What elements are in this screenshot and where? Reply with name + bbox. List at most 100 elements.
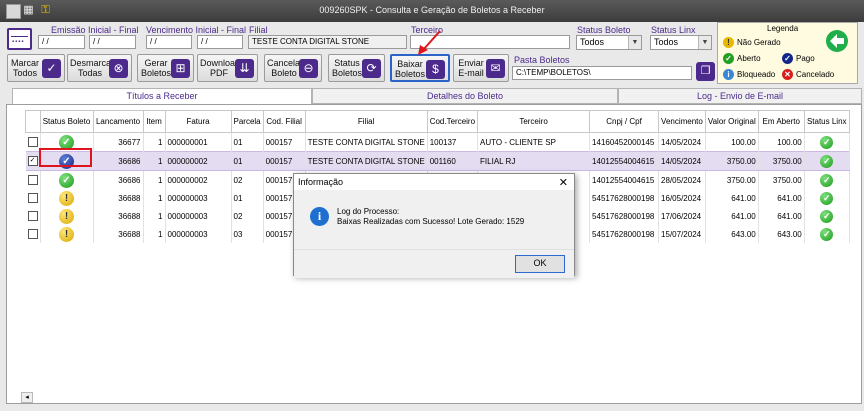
dialog-message-line1: Log do Processo:: [337, 207, 400, 216]
header-valor-original[interactable]: Valor Original: [704, 110, 759, 133]
cell-fatura: 000000003: [165, 207, 232, 225]
header-cod-terceiro[interactable]: Cod.Terceiro: [426, 110, 479, 133]
header-em-aberto[interactable]: Em Aberto: [757, 110, 805, 133]
status-naogerado-icon: !: [59, 208, 74, 224]
download-pdf-button[interactable]: Download PDF ⇊: [197, 54, 258, 82]
dialog-message-line2: Baixas Realizadas com Sucesso! Lote Gera…: [337, 217, 525, 226]
title-bar: ▦ ⚿ 009260SPK - Consulta e Geração de Bo…: [0, 0, 864, 22]
status-linx-check-icon: ✓: [820, 209, 834, 223]
status-boleto-label: Status Boleto: [577, 25, 631, 35]
header-fatura[interactable]: Fatura: [164, 110, 232, 133]
cell-em-aberto: 3750.00: [758, 170, 805, 189]
emissao-start-field[interactable]: / /: [38, 35, 85, 49]
status-boleto-cell: !: [40, 207, 94, 225]
marcar-todos-button[interactable]: Marcar Todos ✓: [7, 54, 65, 82]
header-status-linx[interactable]: Status Linx: [803, 110, 850, 133]
status-boleto-cell: ✓: [40, 170, 94, 189]
baixar-boletos-button[interactable]: Baixar Boletos $: [390, 54, 450, 82]
status-boleto-select[interactable]: Todos ▼: [576, 35, 642, 50]
row-checkbox[interactable]: [27, 211, 38, 221]
row-checkbox-cell: [25, 170, 41, 189]
tab-titulos-a-receber[interactable]: Títulos a Receber: [12, 88, 312, 105]
tab-detalhes-do-boleto[interactable]: Detalhes do Boleto: [312, 88, 618, 104]
refresh-icon: ⟳: [362, 59, 381, 78]
cancelar-boleto-button[interactable]: Cancelar Boleto ⊖: [264, 54, 322, 82]
cancelar-boleto-label: Cancelar Boleto: [267, 58, 304, 78]
cell-parcela: 02: [231, 207, 264, 225]
download-pdf-label: Download PDF: [200, 58, 241, 78]
window-title: 009260SPK - Consulta e Geração de Boleto…: [319, 5, 545, 15]
vencimento-start-field[interactable]: / /: [146, 35, 192, 49]
cell-filial: TESTE CONTA DIGITAL STONE: [305, 132, 428, 152]
document-cancel-icon: ⊖: [299, 59, 318, 78]
header-cod-filial[interactable]: Cod. Filial: [262, 110, 306, 133]
close-icon[interactable]: ✕: [559, 175, 568, 191]
cell-item: 1: [143, 132, 166, 152]
header-cnpj[interactable]: Cnpj / Cpf: [589, 110, 660, 133]
status-aberto-icon: ✓: [59, 172, 74, 188]
row-checkbox[interactable]: [27, 137, 38, 147]
table-row[interactable]: ✓ 36677 1 000000001 01 000157 TESTE CONTA DIGI…: [25, 132, 850, 152]
close-icon: ✕: [782, 69, 793, 80]
status-linx-cell: ✓: [804, 170, 850, 189]
cell-item: 1: [143, 170, 166, 189]
cell-fatura: 000000002: [165, 151, 232, 171]
filial-field[interactable]: TESTE CONTA DIGITAL STONE: [248, 35, 407, 49]
check-icon: ✓: [42, 59, 61, 78]
cell-valor-original: 3750.00: [705, 151, 759, 171]
cell-fatura: 000000001: [165, 132, 232, 152]
row-checkbox[interactable]: [27, 229, 38, 239]
header-filial[interactable]: Filial: [304, 110, 428, 133]
dialog-message: Log do Processo: Baixas Realizadas com S…: [337, 207, 524, 227]
gerar-boletos-button[interactable]: Gerar Boletos ⊞: [137, 54, 194, 82]
cell-valor-original: 643.00: [705, 225, 759, 243]
emissao-end-field[interactable]: / /: [89, 35, 136, 49]
row-checkbox[interactable]: ✓: [27, 156, 38, 166]
status-boletos-label: Status Boletos: [331, 58, 363, 78]
row-checkbox-cell: ✓: [25, 151, 41, 171]
header-status-boleto[interactable]: Status Boleto: [39, 110, 94, 133]
desmarcar-todas-button[interactable]: Desmarcar Todas ⊗: [67, 54, 132, 82]
cell-parcela: 01: [231, 189, 264, 207]
status-linx-cell: ✓: [804, 189, 850, 207]
legend-bloqueado: Bloqueado: [737, 70, 776, 79]
cell-terceiro: AUTO - CLIENTE SP: [477, 132, 591, 152]
cell-lancamento: 36686: [93, 151, 144, 171]
cell-em-aberto: 100.00: [758, 132, 805, 152]
header-parcela[interactable]: Parcela: [230, 110, 264, 133]
calendar-icon[interactable]: ▪▪▪▪: [7, 28, 32, 50]
tab-log-envio-email[interactable]: Log - Envio de E-mail: [618, 88, 862, 104]
cell-cnpj: 54517628000198: [589, 189, 660, 207]
header-terceiro[interactable]: Terceiro: [477, 110, 591, 133]
header-lancamento[interactable]: Lancamento: [92, 110, 144, 133]
vencimento-end-field[interactable]: / /: [197, 35, 243, 49]
cell-em-aberto: 643.00: [758, 225, 805, 243]
vencimento-label: Vencimento Inicial - Final: [146, 25, 247, 35]
ok-button[interactable]: OK: [515, 255, 565, 273]
status-linx-cell: ✓: [804, 132, 850, 152]
pasta-field[interactable]: C:\TEMP\BOLETOS\: [512, 66, 692, 80]
scroll-left-arrow-icon[interactable]: ◂: [21, 392, 33, 403]
exit-icon[interactable]: [821, 29, 853, 53]
status-naogerado-icon: !: [59, 226, 74, 242]
header-select[interactable]: [25, 110, 41, 133]
status-boletos-button[interactable]: Status Boletos ⟳: [328, 54, 385, 82]
warning-icon: !: [723, 37, 734, 48]
row-checkbox[interactable]: [27, 193, 38, 203]
status-boleto-value: Todos: [580, 37, 605, 47]
table-row[interactable]: ✓ ✓ 36686 1 000000002 01 000157 TESTE CONTA DIG…: [25, 151, 850, 171]
cell-vencimento: 15/07/2024: [658, 225, 706, 243]
info-dialog: Informação ✕ i Log do Processo: Baixas R…: [293, 173, 575, 278]
status-linx-select[interactable]: Todos ▼: [650, 35, 712, 50]
status-boleto-cell: !: [40, 225, 94, 243]
info-icon: i: [723, 69, 734, 80]
enviar-email-button[interactable]: Enviar E-mail ✉: [453, 54, 509, 82]
legend-panel: Legenda ! Não Gerado ✓ Aberto ✓ Pago i B…: [717, 22, 858, 84]
cell-cnpj: 54517628000198: [589, 207, 660, 225]
dialog-title-text: Informação: [298, 177, 344, 187]
folder-browse-icon[interactable]: ❐: [696, 62, 715, 81]
row-checkbox[interactable]: [27, 175, 38, 185]
table-header-row: Status Boleto Lancamento Item Fatura Par…: [25, 110, 850, 133]
header-item[interactable]: Item: [142, 110, 166, 133]
header-vencimento[interactable]: Vencimento: [658, 110, 706, 133]
